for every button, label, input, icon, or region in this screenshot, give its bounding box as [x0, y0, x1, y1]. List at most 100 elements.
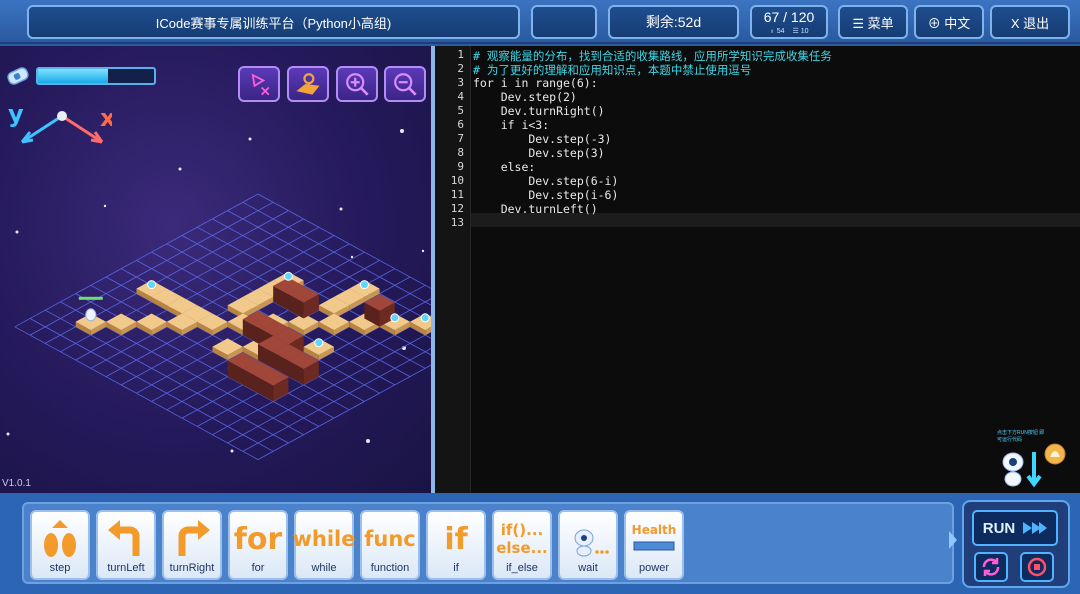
block-label: function	[370, 562, 410, 574]
exit-button[interactable]: X 退出	[990, 5, 1070, 39]
header-blank-box	[531, 5, 597, 39]
version-label: V1.0.1	[2, 478, 31, 489]
axis-indicator: y x	[8, 100, 112, 144]
progress-count: 67 / 120	[763, 8, 815, 25]
zoom-out-icon	[394, 73, 417, 96]
block-label: step	[49, 562, 71, 574]
block-label: turnLeft	[107, 562, 145, 574]
music-skip-button[interactable]	[238, 66, 280, 102]
likes-stat: ♁ 54	[769, 27, 785, 35]
energy-orb-icon	[390, 313, 400, 323]
floor-tile	[318, 313, 350, 336]
block-label: wait	[578, 562, 598, 574]
block-if[interactable]: if if	[426, 510, 486, 580]
reset-button[interactable]	[974, 552, 1008, 582]
map-button[interactable]	[287, 66, 329, 102]
energy-orb-icon	[283, 271, 293, 281]
game-scene: y x V1.0.1	[0, 46, 431, 493]
code-line[interactable]: else:	[473, 160, 536, 174]
block-label: power	[639, 562, 669, 574]
stop-icon	[1027, 557, 1047, 577]
line-number: 10	[450, 174, 464, 187]
block-wait[interactable]: wait	[558, 510, 618, 580]
turn-left-icon	[98, 516, 154, 562]
code-editor[interactable]: 1 2 3 4 5 6 7 8 9 10 11 12 13 # 观察能量的分布，找到合适的收集路线，应用…	[435, 46, 1080, 493]
wait-robot-icon	[560, 516, 616, 562]
block-label: while	[311, 562, 337, 574]
energy-orb-icon	[359, 280, 369, 290]
zoom-in-button[interactable]	[336, 66, 378, 102]
map-icon	[296, 73, 320, 95]
line-number: 7	[457, 132, 464, 145]
block-label: if_else	[506, 562, 538, 574]
energy-bar	[36, 67, 156, 85]
energy-orb-icon	[314, 338, 324, 348]
code-line[interactable]: Dev.step(6-i)	[473, 174, 618, 188]
fast-forward-icon	[1023, 522, 1048, 534]
zoom-in-icon	[346, 73, 369, 96]
code-line[interactable]: Dev.step(-3)	[473, 132, 611, 146]
block-while[interactable]: while while	[292, 510, 356, 580]
battery-icon	[7, 67, 29, 85]
language-button[interactable]: ⊕ 中文	[914, 5, 984, 39]
platform-title: ICode赛事专属训练平台（Python小高组)	[27, 5, 520, 39]
code-line[interactable]: Dev.step(3)	[473, 146, 604, 160]
line-number: 12	[450, 202, 464, 215]
code-line[interactable]: Dev.turnLeft()	[473, 202, 598, 216]
code-line[interactable]: Dev.turnRight()	[473, 104, 605, 118]
code-line[interactable]: for i in range(6):	[473, 76, 598, 90]
function-keyword-icon: func	[364, 527, 416, 551]
robot-hint: 点击下方RUN按钮 即可运行代码	[997, 430, 1072, 490]
energy-orb-icon	[147, 280, 157, 290]
block-for[interactable]: for for	[228, 510, 288, 580]
code-line[interactable]: Dev.step(2)	[473, 90, 577, 104]
line-number: 2	[457, 62, 464, 75]
line-number: 5	[457, 104, 464, 117]
block-if-else[interactable]: if()... else... if_else	[492, 510, 552, 580]
block-label: turnRight	[169, 562, 215, 574]
tray-scroll-right-icon[interactable]	[946, 528, 960, 552]
block-turnRight[interactable]: turnRight	[162, 510, 222, 580]
if-keyword-icon: if	[444, 521, 468, 557]
line-number: 13	[450, 216, 464, 229]
line-number: 8	[457, 146, 464, 159]
refresh-icon	[982, 558, 1000, 576]
block-label: if	[453, 562, 459, 574]
if-else-icon: if()... else...	[496, 521, 548, 557]
zoom-out-button[interactable]	[384, 66, 426, 102]
remaining-days: 剩余:52d	[608, 5, 739, 39]
block-power[interactable]: Health power	[624, 510, 684, 580]
list-stat: ☰ 10	[792, 27, 809, 35]
line-number: 9	[457, 160, 464, 173]
line-number: 1	[457, 48, 464, 61]
top-header: ICode赛事专属训练平台（Python小高组) 剩余:52d 67 / 120…	[0, 0, 1080, 44]
run-panel: RUN	[962, 500, 1070, 588]
block-step[interactable]: step	[30, 510, 90, 580]
line-number: 6	[457, 118, 464, 131]
progress-stats: ♁ 54 ☰ 10	[769, 28, 808, 35]
for-keyword-icon: for	[233, 521, 283, 557]
line-number: 3	[457, 76, 464, 89]
code-blocks-tray: step turnLeft turnRight for for while while fun…	[22, 502, 954, 584]
energy-fill	[38, 69, 108, 83]
level-progress: 67 / 120 ♁ 54 ☰ 10	[750, 5, 828, 39]
run-button[interactable]: RUN	[972, 510, 1058, 546]
block-turnLeft[interactable]: turnLeft	[96, 510, 156, 580]
stop-button[interactable]	[1020, 552, 1054, 582]
floor-tile	[136, 313, 167, 336]
menu-button[interactable]: ☰ 菜单	[838, 5, 908, 39]
energy-orb-icon	[420, 313, 430, 323]
while-keyword-icon: while	[292, 527, 356, 551]
block-function[interactable]: func function	[360, 510, 420, 580]
code-line[interactable]: Dev.step(i-6)	[473, 188, 618, 202]
floor-tile	[106, 313, 137, 336]
axis-x-label: x	[100, 104, 112, 132]
robot-icon	[1002, 443, 1066, 488]
line-number: 4	[457, 90, 464, 103]
bottom-panel: step turnLeft turnRight for for while while fun…	[0, 493, 1080, 594]
code-line[interactable]: if i<3:	[473, 118, 549, 132]
footsteps-icon	[32, 516, 88, 562]
block-label: for	[251, 562, 265, 574]
music-skip-icon	[251, 73, 270, 96]
run-label: RUN	[982, 519, 1016, 537]
